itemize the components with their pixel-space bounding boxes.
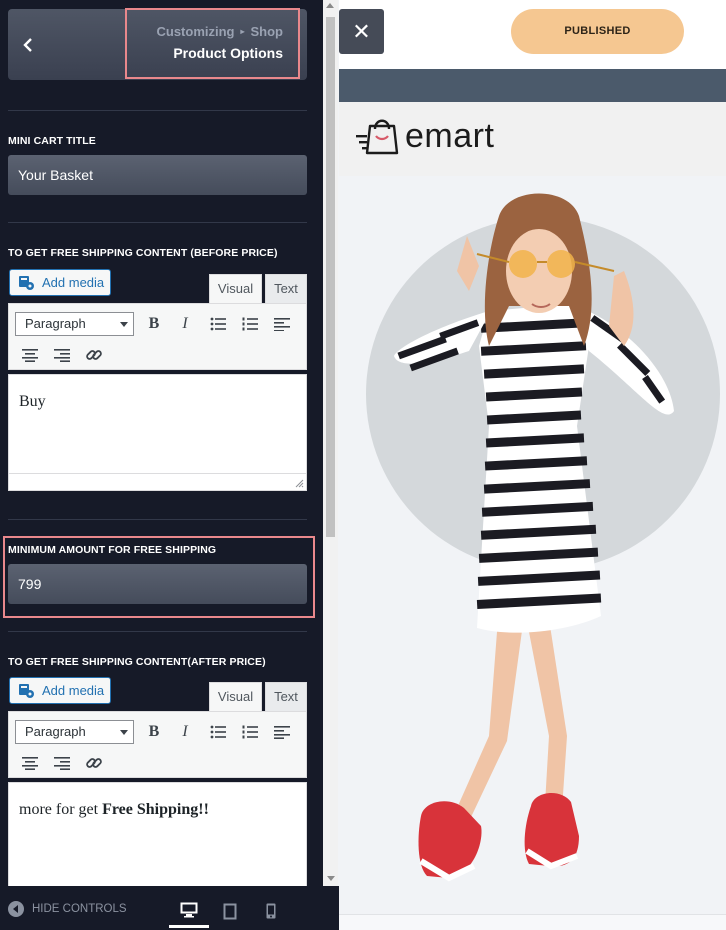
collapse-arrow-icon (8, 901, 24, 917)
after-price-editor[interactable]: more for get Free Shipping!! (8, 782, 307, 886)
tablet-icon (223, 903, 237, 919)
bullet-list-icon[interactable] (208, 314, 228, 334)
italic-icon[interactable]: I (175, 314, 195, 334)
mini-cart-title-input[interactable]: Your Basket (8, 155, 307, 195)
format-select[interactable]: Paragraph (15, 720, 134, 744)
publish-button[interactable]: PUBLISHED (511, 9, 684, 54)
hide-controls-button[interactable]: HIDE CONTROLS (8, 901, 127, 917)
close-customizer-button[interactable]: ✕ (339, 9, 384, 54)
customizer-footer: HIDE CONTROLS (0, 886, 339, 930)
editor-toolbar: Paragraph B I (8, 303, 307, 370)
hero-bottom-edge (339, 914, 726, 930)
editor-content: more for get (19, 801, 103, 818)
divider (8, 110, 307, 111)
bold-icon[interactable]: B (144, 314, 164, 334)
add-media-label: Add media (42, 683, 105, 698)
align-center-icon[interactable] (20, 753, 40, 773)
editor-content-bold: Free Shipping!! (102, 801, 209, 818)
breadcrumb-current: Shop (250, 24, 284, 39)
back-button[interactable] (8, 9, 48, 80)
tablet-preview-button[interactable] (210, 894, 250, 928)
before-price-editor[interactable]: Buy (8, 374, 307, 491)
site-header: emart (339, 102, 726, 176)
chevron-left-icon (23, 37, 32, 52)
min-amount-input[interactable]: 799 (8, 564, 307, 604)
add-media-button[interactable]: Add media (9, 677, 111, 704)
min-amount-label: MINIMUM AMOUNT FOR FREE SHIPPING (8, 544, 217, 556)
caret-down-icon (120, 322, 128, 327)
media-icon (19, 275, 34, 290)
editor-toolbar: Paragraph B I (8, 711, 307, 778)
mobile-preview-button[interactable] (251, 894, 291, 928)
desktop-preview-button[interactable] (169, 894, 209, 928)
link-icon[interactable] (84, 345, 104, 365)
desktop-icon (180, 902, 198, 917)
section-title: Product Options (173, 45, 283, 61)
editor-content: Buy (19, 393, 46, 410)
bold-icon[interactable]: B (144, 722, 164, 742)
breadcrumb: Customizing ▸ Shop Product Options (125, 8, 300, 79)
italic-icon[interactable]: I (175, 722, 195, 742)
site-preview: ✕ PUBLISHED emart (339, 0, 726, 930)
mini-cart-title-label: MINI CART TITLE (8, 135, 96, 147)
resize-handle-icon[interactable] (294, 478, 304, 488)
tab-visual[interactable]: Visual (209, 682, 262, 711)
caret-down-icon (120, 730, 128, 735)
numbered-list-icon[interactable] (240, 722, 260, 742)
editor-statusbar (9, 473, 306, 490)
before-price-label: TO GET FREE SHIPPING CONTENT (BEFORE PRI… (8, 247, 278, 259)
mobile-icon (266, 903, 276, 919)
link-icon[interactable] (84, 753, 104, 773)
tab-visual[interactable]: Visual (209, 274, 262, 303)
hero-model-image (366, 193, 720, 882)
divider (8, 519, 307, 520)
breadcrumb-parent: Customizing (156, 24, 235, 39)
align-right-icon[interactable] (52, 345, 72, 365)
align-center-icon[interactable] (20, 345, 40, 365)
numbered-list-icon[interactable] (240, 314, 260, 334)
scroll-down-arrow-icon[interactable] (327, 876, 335, 881)
align-left-icon[interactable] (272, 314, 292, 334)
site-topbar (339, 69, 726, 102)
site-logo[interactable]: emart (355, 116, 494, 156)
bullet-list-icon[interactable] (208, 722, 228, 742)
add-media-label: Add media (42, 275, 105, 290)
shopping-bag-logo-icon (356, 119, 399, 155)
scroll-up-arrow-icon[interactable] (326, 3, 334, 8)
logo-text: emart (405, 116, 495, 155)
customizer-sidebar: Customizing ▸ Shop Product Options MINI CA… (0, 0, 323, 886)
media-icon (19, 683, 34, 698)
scrollbar-thumb[interactable] (326, 17, 335, 537)
hero-banner (339, 176, 726, 914)
format-select[interactable]: Paragraph (15, 312, 134, 336)
divider (8, 222, 307, 223)
hide-controls-label: HIDE CONTROLS (32, 903, 127, 915)
tab-text[interactable]: Text (265, 274, 307, 303)
breadcrumb-separator: ▸ (240, 27, 245, 36)
add-media-button[interactable]: Add media (9, 269, 111, 296)
after-price-label: TO GET FREE SHIPPING CONTENT(AFTER PRICE… (8, 656, 266, 668)
align-left-icon[interactable] (272, 722, 292, 742)
divider (8, 631, 307, 632)
tab-text[interactable]: Text (265, 682, 307, 711)
align-right-icon[interactable] (52, 753, 72, 773)
